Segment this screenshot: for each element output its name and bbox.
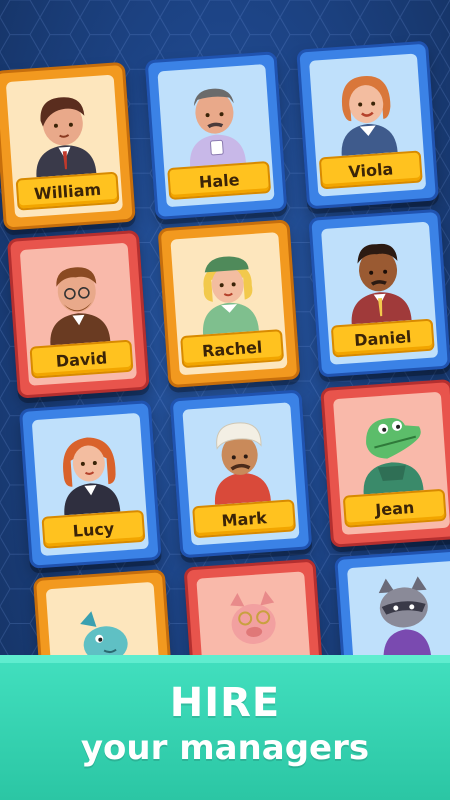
manager-card-viola[interactable]: Viola [296,40,440,210]
card-row-1: William Hale Viola [0,39,450,231]
banner-title: HIRE [169,680,281,726]
card-row-2: David Rachel Daniel [0,208,450,400]
manager-card-william[interactable]: William [0,61,136,231]
jean-avatar [363,417,424,495]
david-avatar [50,267,111,346]
william-avatar [36,97,97,178]
manager-card-david[interactable]: David [6,229,150,399]
manager-card-hale[interactable]: Hale [144,51,288,221]
manager-card-lucy[interactable]: Lucy [18,400,162,569]
banner-highlight [0,655,450,663]
banner-subtitle: your managers [80,728,370,768]
card-row-3: Lucy Mark Jean [0,378,450,571]
mark-avatar [215,422,271,505]
manager-card-daniel[interactable]: Daniel [308,208,450,378]
rachel-avatar [203,256,259,335]
raccoon-avatar [378,576,432,663]
manager-card-jean[interactable]: Jean [320,378,450,548]
manager-card-mark[interactable]: Mark [169,389,313,559]
lucy-avatar [63,437,121,516]
hale-avatar [190,88,246,167]
daniel-avatar [351,243,412,325]
viola-avatar [341,76,398,156]
manager-card-rachel[interactable]: Rachel [157,219,301,389]
